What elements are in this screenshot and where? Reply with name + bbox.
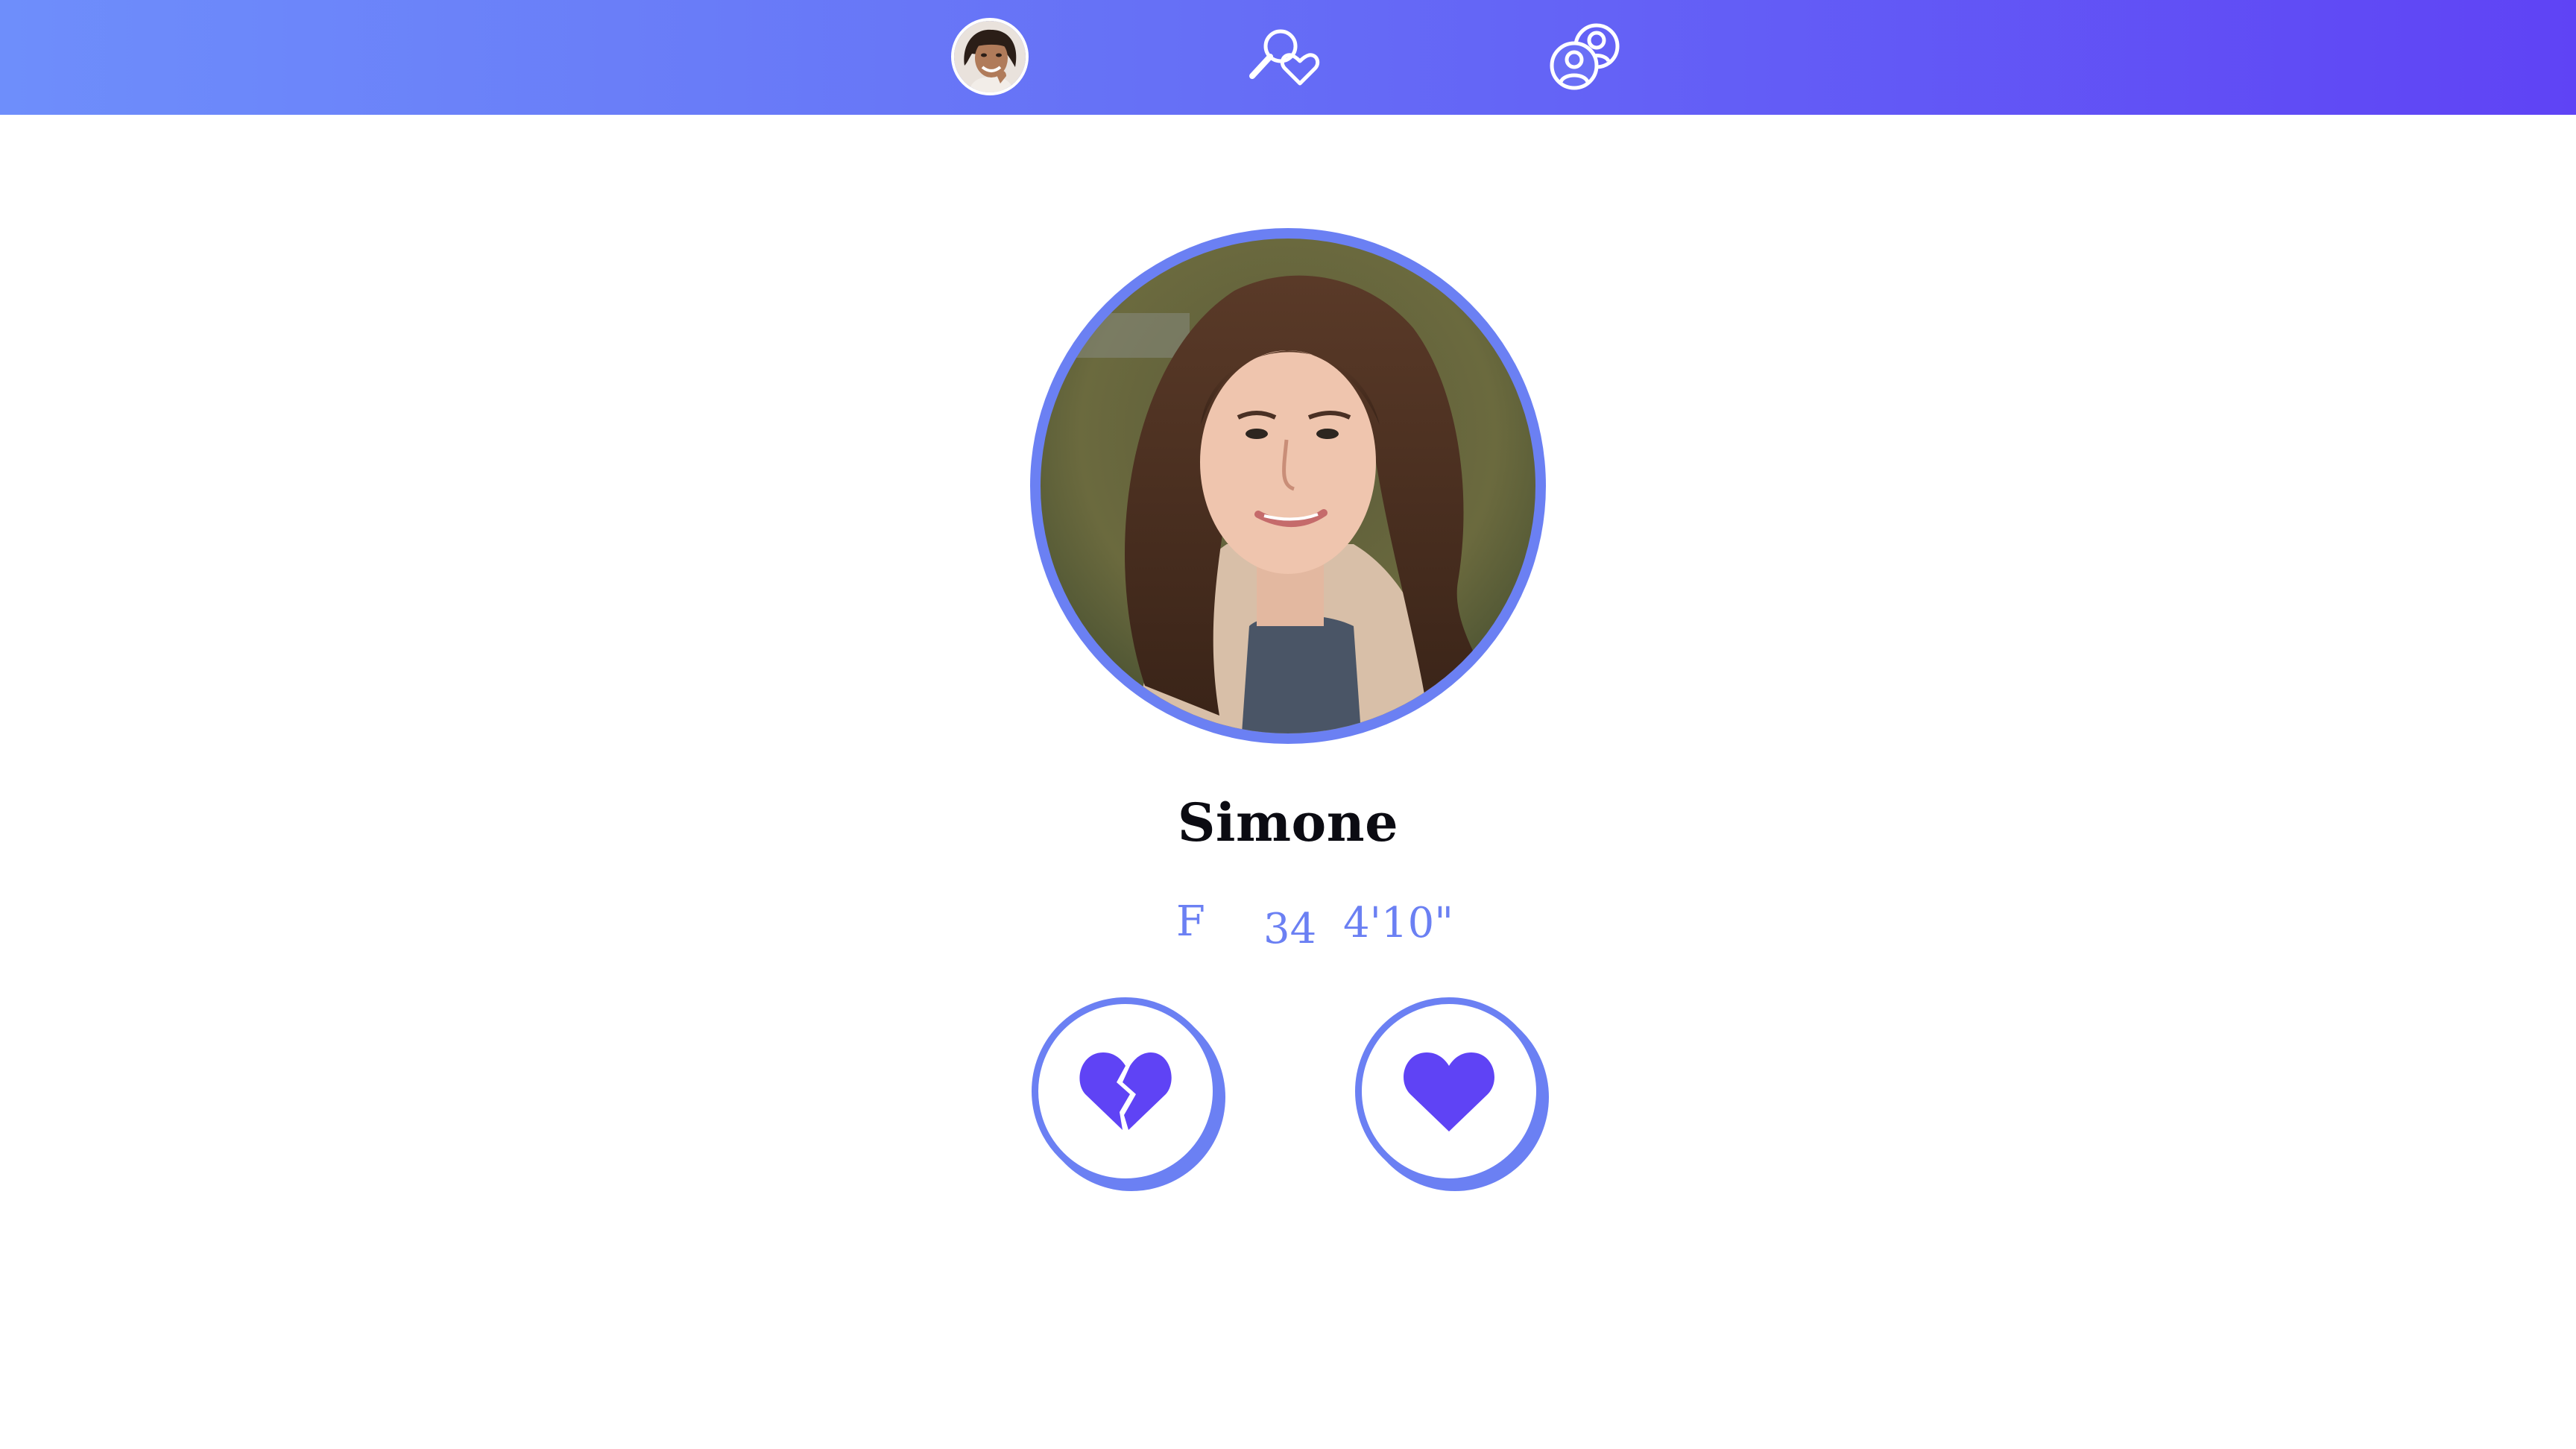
pass-button[interactable] (1032, 997, 1219, 1185)
nav-discover-button[interactable] (1246, 18, 1324, 95)
profile-photo-frame (1030, 228, 1546, 744)
like-button[interactable] (1355, 997, 1543, 1185)
heart-icon (1404, 1052, 1494, 1131)
broken-heart-icon (1079, 1052, 1172, 1130)
profile-photo (1041, 239, 1535, 733)
avatar (954, 21, 1026, 92)
top-nav-bar (0, 0, 2576, 115)
search-heart-icon (1249, 29, 1320, 86)
profile-sex: F (1176, 897, 1205, 946)
users-icon (1550, 23, 1620, 90)
profile-height: 4'10" (1343, 899, 1454, 947)
profile-age: 34 (1263, 905, 1317, 953)
nav-profile-avatar[interactable] (951, 18, 1029, 95)
nav-matches-button[interactable] (1547, 18, 1625, 95)
profile-name: Simone (1177, 792, 1399, 853)
